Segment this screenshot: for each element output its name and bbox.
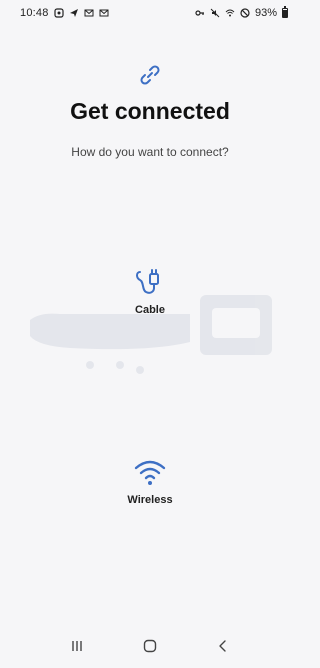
vpn-key-icon xyxy=(195,8,205,18)
status-bar: 10:48 93% xyxy=(0,0,300,26)
page-title: Get connected xyxy=(70,98,230,124)
page-subtitle: How do you want to connect? xyxy=(71,145,229,159)
status-right: 93% xyxy=(195,6,288,19)
status-time: 10:48 xyxy=(20,7,49,19)
send-icon xyxy=(69,8,79,18)
do-not-disturb-icon xyxy=(240,8,250,18)
mail-icon xyxy=(84,8,94,18)
notification-icon xyxy=(53,8,64,18)
wireless-option[interactable]: Wireless xyxy=(90,454,210,506)
wireless-label: Wireless xyxy=(127,494,173,506)
wifi-icon xyxy=(132,454,168,490)
navigation-bar xyxy=(0,628,300,668)
home-button[interactable] xyxy=(130,633,170,663)
home-icon xyxy=(143,639,157,658)
wifi-icon xyxy=(225,8,235,18)
battery-fill xyxy=(283,9,287,17)
battery-percent: 93% xyxy=(254,7,277,19)
back-icon xyxy=(216,639,230,658)
mute-icon xyxy=(210,8,220,18)
cable-label: Cable xyxy=(135,304,165,316)
battery-icon xyxy=(282,6,288,18)
cable-option[interactable]: Cable xyxy=(90,264,210,316)
recents-button[interactable] xyxy=(57,633,97,663)
link-icon xyxy=(137,62,163,88)
recents-icon xyxy=(70,639,84,658)
back-button[interactable] xyxy=(203,633,243,663)
mail-icon-2 xyxy=(99,8,109,18)
status-left: 10:48 xyxy=(20,7,109,19)
cable-icon xyxy=(132,264,168,300)
